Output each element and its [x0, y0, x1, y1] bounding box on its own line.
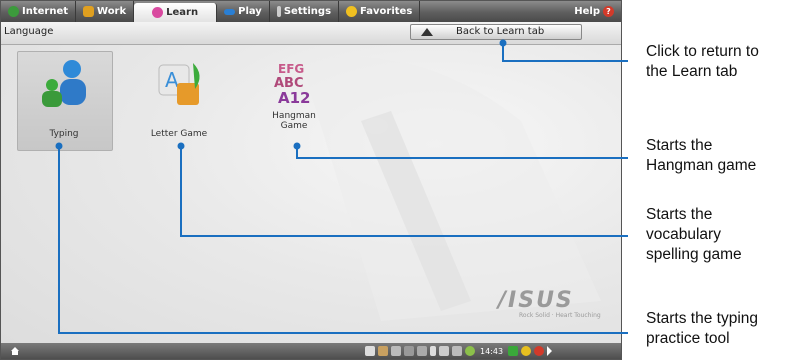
callout-hangman-line1: Starts the: [646, 137, 713, 154]
callout-typing: Starts the typing practice tool: [646, 309, 758, 349]
callout-hangman: Starts the Hangman game: [646, 136, 756, 176]
callout-hangman-line2: Hangman game: [646, 157, 757, 174]
callout-back-line1: Click to return to: [646, 43, 759, 60]
callout-typing-line1: Starts the typing: [646, 310, 759, 327]
callout-letter: Starts the vocabulary spelling game: [646, 205, 742, 265]
callout-letter-line1: Starts the: [646, 206, 713, 223]
callout-letter-line2: vocabulary: [646, 226, 721, 243]
callout-back: Click to return to the Learn tab: [646, 42, 759, 82]
callout-letter-line3: spelling game: [646, 246, 742, 263]
callout-back-line2: the Learn tab: [646, 63, 738, 80]
callout-typing-line2: practice tool: [646, 330, 730, 347]
